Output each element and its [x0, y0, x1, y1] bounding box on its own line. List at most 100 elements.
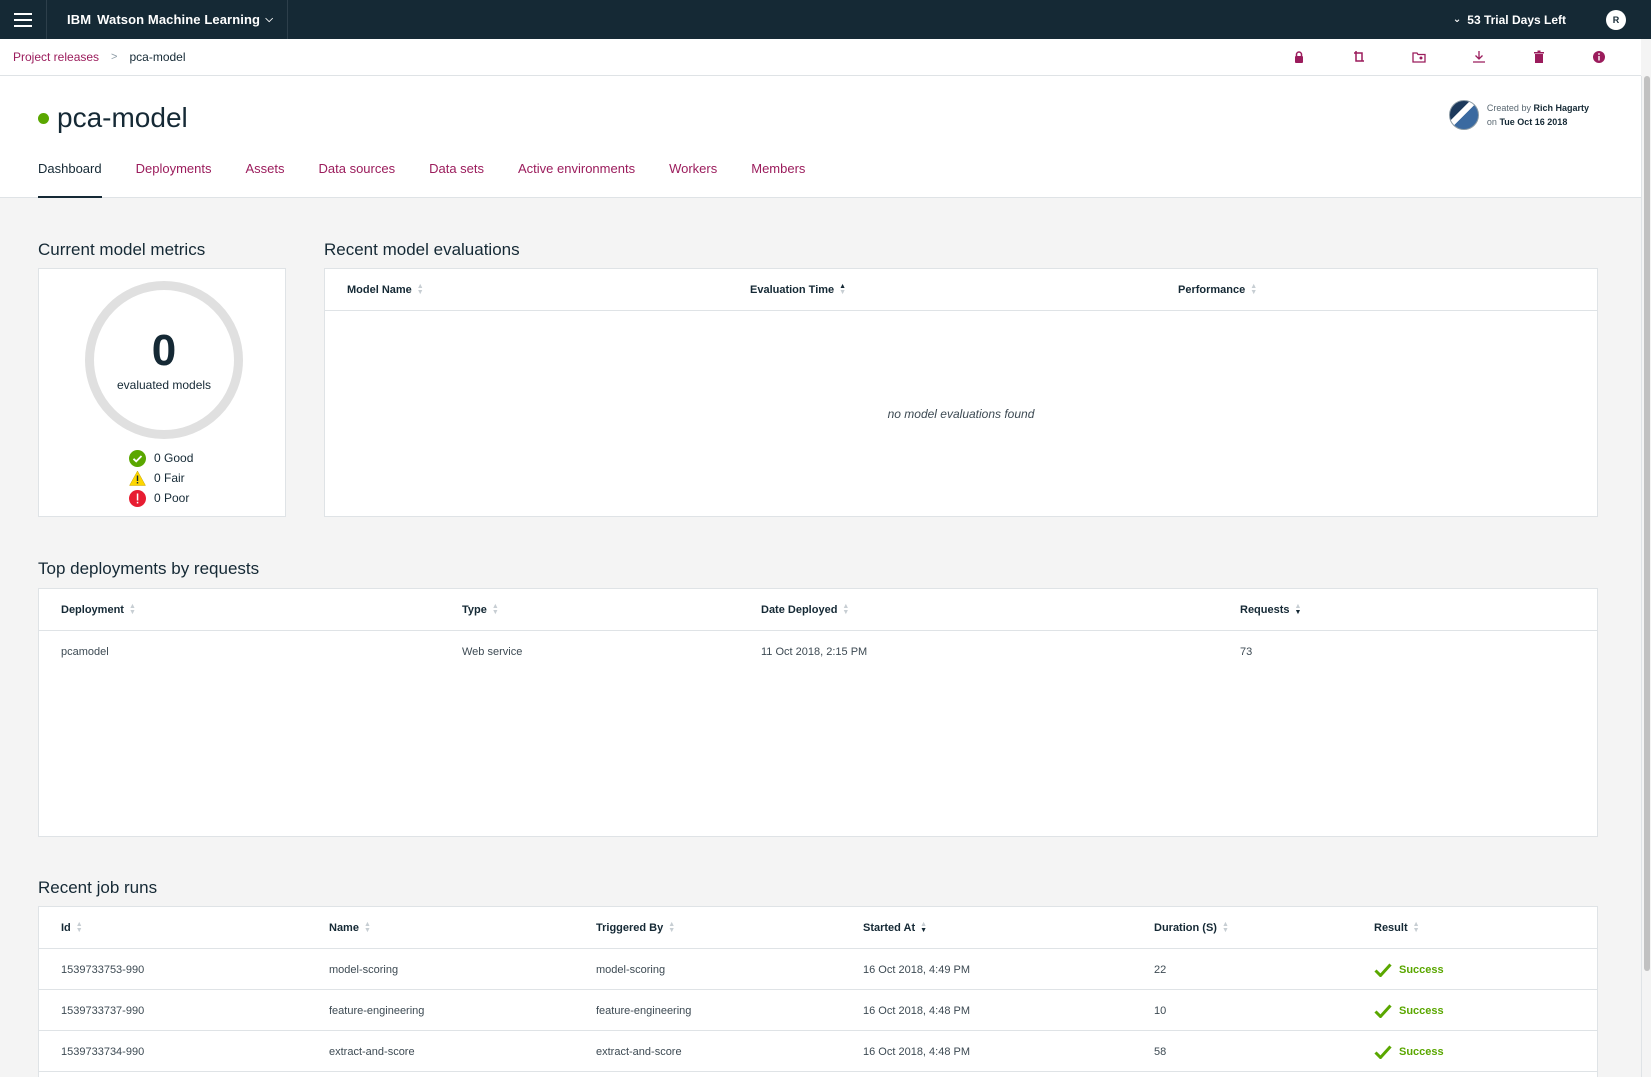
job-id[interactable]: 1539733753-990 [61, 949, 144, 990]
trial-days-dropdown[interactable]: ⌄ 53 Trial Days Left [1453, 13, 1566, 27]
creator-info: Created by Rich Hagarty on Tue Oct 16 20… [1448, 100, 1589, 130]
job-triggered-by: model-scoring [596, 963, 666, 976]
jobs-table: Id ▲ ▼ Name ▲ ▼ Triggered By ▲ ▼ Started At… [38, 906, 1598, 1077]
tab-assets[interactable]: Assets [245, 161, 284, 198]
table-header: Id ▲ ▼ Name ▲ ▼ Triggered By ▲ ▼ Started At… [39, 907, 1597, 949]
column-header-result[interactable]: Result ▲ ▼ [1374, 907, 1420, 949]
breadcrumb-current: pca-model [129, 50, 186, 64]
column-label: Duration (S) [1154, 922, 1217, 934]
sort-descending-icon: ▲ ▼ [1294, 603, 1302, 616]
column-label: Performance [1178, 284, 1246, 296]
breadcrumb-separator-icon: > [111, 51, 118, 63]
column-header-date-deployed[interactable]: Date Deployed ▲ ▼ [761, 589, 849, 631]
breadcrumb: Project releases > pca-model [0, 39, 1641, 76]
column-label: Date Deployed [761, 604, 838, 616]
table-row[interactable]: 1539733737-990 feature-engineering featu… [39, 990, 1597, 1031]
column-header-name[interactable]: Name ▲ ▼ [329, 907, 371, 949]
job-result-label: Success [1399, 1045, 1444, 1058]
job-duration: 22 [1154, 963, 1167, 976]
tab-data-sets[interactable]: Data sets [429, 161, 484, 198]
trial-days-label: 53 Trial Days Left [1467, 12, 1566, 27]
folder-settings-icon[interactable] [1389, 39, 1449, 76]
poor-count: 0 Poor [154, 491, 190, 505]
table-row[interactable]: pcamodel Web service 11 Oct 2018, 2:15 P… [39, 631, 1597, 672]
deployment-requests: 73 [1240, 645, 1253, 658]
column-label: Name [329, 922, 359, 934]
sort-icon: ▲ ▼ [363, 921, 371, 934]
tab-members[interactable]: Members [751, 161, 805, 198]
sort-ascending-icon: ▲ ▼ [839, 283, 847, 296]
column-header-model-name[interactable]: Model Name ▲ ▼ [347, 269, 424, 311]
scrollbar-thumb[interactable] [1644, 76, 1650, 971]
success-check-icon [1374, 1003, 1392, 1018]
column-label: Id [61, 922, 71, 934]
tab-deployments[interactable]: Deployments [136, 161, 212, 198]
job-started-at: 16 Oct 2018, 4:48 PM [863, 1045, 971, 1058]
empty-state-message: no model evaluations found [887, 407, 1035, 421]
evaluated-models-count: 0 [151, 326, 177, 375]
lock-icon[interactable] [1269, 39, 1329, 76]
status-dot-icon [38, 112, 49, 124]
top-nav-bar: IBM Watson Machine Learning ⌵ ⌄ 53 Trial… [0, 0, 1651, 39]
column-header-duration[interactable]: Duration (S) ▲ ▼ [1154, 907, 1229, 949]
created-by-name: Rich Hagarty [1533, 103, 1589, 113]
column-label: Result [1374, 922, 1408, 934]
hamburger-menu-icon[interactable] [0, 0, 46, 39]
table-row[interactable]: 1539733734-990 extract-and-score extract… [39, 1031, 1597, 1072]
branch-icon[interactable] [1329, 39, 1389, 76]
evaluations-table: Model Name ▲ ▼ Evaluation Time ▲ ▼ Perform… [324, 268, 1598, 517]
column-label: Triggered By [596, 922, 664, 934]
job-result: Success [1374, 949, 1444, 990]
tab-data-sources[interactable]: Data sources [319, 161, 396, 198]
metrics-card: 0 evaluated models 0 Good 0 Fair 0 Poor [38, 268, 286, 517]
trash-icon[interactable] [1509, 39, 1569, 76]
column-header-performance[interactable]: Performance ▲ ▼ [1178, 269, 1257, 311]
job-id[interactable]: 1539733737-990 [61, 990, 144, 1031]
sort-icon: ▲ ▼ [1221, 921, 1229, 934]
evaluated-models-ring: 0 evaluated models [85, 281, 243, 439]
download-icon[interactable] [1449, 39, 1509, 76]
product-switcher[interactable]: IBM Watson Machine Learning ⌵ [46, 0, 288, 39]
tab-active-environments[interactable]: Active environments [518, 161, 635, 198]
chevron-down-icon: ⌄ [1452, 14, 1462, 25]
column-label: Type [462, 604, 487, 616]
sort-icon: ▲ ▼ [75, 921, 83, 934]
sort-icon: ▲ ▼ [668, 921, 676, 934]
column-header-requests[interactable]: Requests ▲ ▼ [1240, 589, 1301, 631]
column-header-deployment[interactable]: Deployment ▲ ▼ [61, 589, 136, 631]
success-check-icon [1374, 962, 1392, 977]
column-header-id[interactable]: Id ▲ ▼ [61, 907, 83, 949]
toolbar-actions [1269, 39, 1629, 76]
sort-icon: ▲ ▼ [491, 603, 499, 616]
deployment-name[interactable]: pcamodel [61, 631, 109, 672]
deployment-date: 11 Oct 2018, 2:15 PM [761, 645, 868, 658]
creator-avatar [1448, 100, 1479, 130]
page-scrollbar[interactable] [1641, 76, 1651, 1077]
column-label: Started At [863, 922, 916, 934]
sort-icon: ▲ ▼ [416, 283, 424, 296]
tab-workers[interactable]: Workers [669, 161, 717, 198]
column-label: Requests [1240, 604, 1290, 616]
deployment-type: Web service [462, 645, 523, 658]
column-header-started-at[interactable]: Started At ▲ ▼ [863, 907, 927, 949]
breadcrumb-project-releases[interactable]: Project releases [13, 50, 99, 64]
column-label: Deployment [61, 604, 124, 616]
deployments-title: Top deployments by requests [38, 559, 260, 578]
metrics-title: Current model metrics [38, 240, 206, 259]
user-avatar[interactable]: R [1606, 9, 1626, 30]
job-triggered-by: feature-engineering [596, 1004, 692, 1017]
job-duration: 10 [1154, 1004, 1167, 1017]
info-icon[interactable] [1569, 39, 1629, 76]
created-by-label: Created by [1486, 103, 1531, 113]
tab-dashboard[interactable]: Dashboard [38, 161, 102, 198]
column-label: Evaluation Time [750, 284, 835, 296]
sort-descending-icon: ▲ ▼ [920, 921, 928, 934]
good-count: 0 Good [154, 451, 194, 465]
column-header-evaluation-time[interactable]: Evaluation Time ▲ ▼ [750, 269, 846, 311]
column-header-type[interactable]: Type ▲ ▼ [462, 589, 499, 631]
table-row[interactable]: 1539733753-990 model-scoring model-scori… [39, 949, 1597, 990]
job-id[interactable]: 1539733734-990 [61, 1031, 144, 1072]
job-result-label: Success [1399, 963, 1444, 976]
column-header-triggered-by[interactable]: Triggered By ▲ ▼ [596, 907, 675, 949]
sort-icon: ▲ ▼ [1412, 921, 1420, 934]
